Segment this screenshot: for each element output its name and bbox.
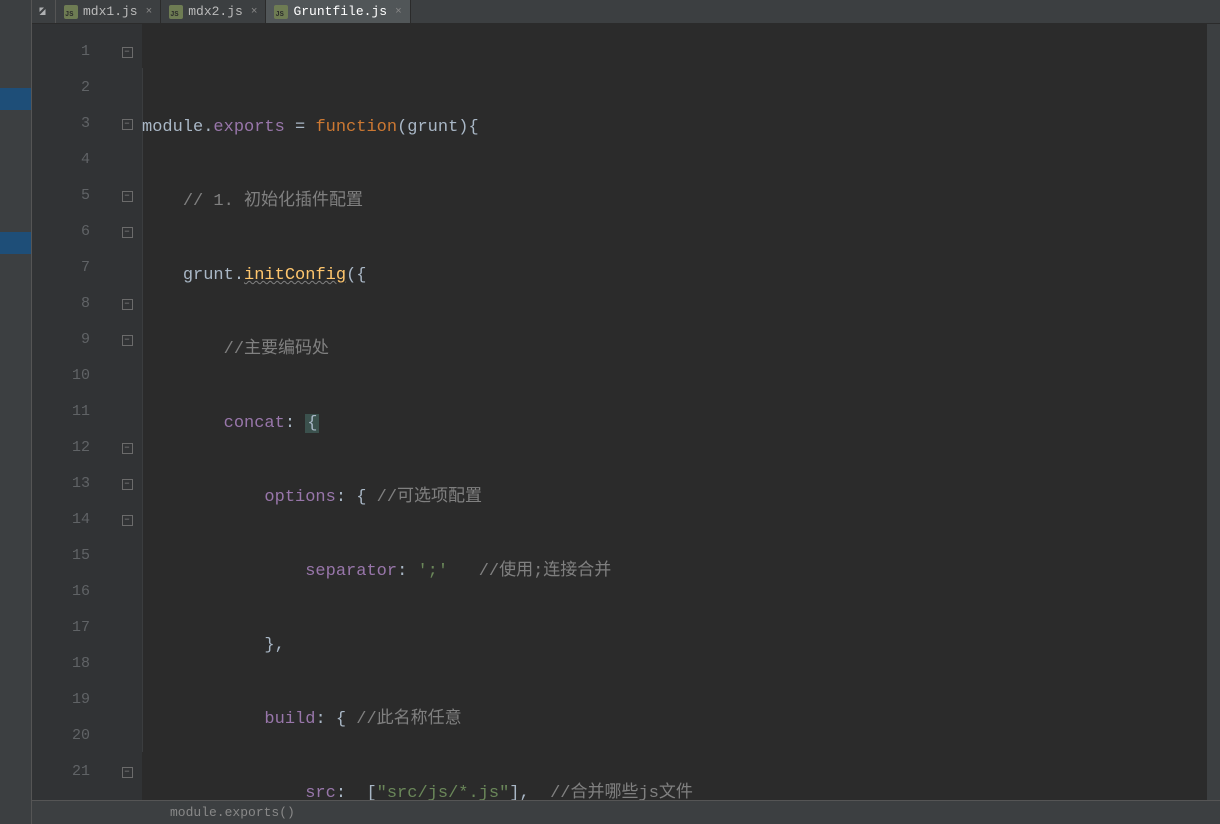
code-line: // 1. 初始化插件配置 bbox=[142, 184, 1206, 220]
fold-gutter: − − − − − − − − − bbox=[112, 24, 142, 800]
fold-toggle[interactable]: − bbox=[112, 214, 142, 250]
code-line: separator: ';' //使用;连接合并 bbox=[142, 554, 1206, 590]
code-line: build: { //此名称任意 bbox=[142, 702, 1206, 738]
code-line: options: { //可选项配置 bbox=[142, 480, 1206, 516]
editor-tabs: mdx1.js × mdx2.js × Gruntfile.js × bbox=[32, 0, 1220, 24]
sidebar-marker bbox=[0, 88, 31, 110]
fold-toggle[interactable]: − bbox=[112, 106, 142, 142]
code-line: concat: { bbox=[142, 406, 1206, 442]
fold-toggle[interactable]: − bbox=[112, 466, 142, 502]
tab-mdx2[interactable]: mdx2.js × bbox=[161, 0, 266, 23]
fold-toggle[interactable]: − bbox=[112, 502, 142, 538]
fold-toggle[interactable]: − bbox=[112, 34, 142, 70]
code-line: src: ["src/js/*.js"], //合并哪些js文件 bbox=[142, 776, 1206, 800]
fold-toggle[interactable]: − bbox=[112, 178, 142, 214]
close-icon[interactable]: × bbox=[146, 6, 153, 18]
code-editor[interactable]: 1 2 3 4 5 6 7 8 9 10 11 12 13 14 15 16 1 bbox=[32, 24, 1220, 800]
fold-toggle[interactable]: − bbox=[112, 754, 142, 790]
left-sidebar bbox=[0, 0, 32, 824]
tab-gruntfile[interactable]: Gruntfile.js × bbox=[266, 0, 410, 23]
code-content[interactable]: module.exports = function(grunt){ // 1. … bbox=[142, 24, 1206, 800]
js-file-icon bbox=[64, 5, 78, 19]
tab-label: mdx2.js bbox=[188, 4, 243, 19]
code-line: }, bbox=[142, 628, 1206, 664]
fold-toggle[interactable]: − bbox=[112, 322, 142, 358]
tab-mdx1[interactable]: mdx1.js × bbox=[56, 0, 161, 23]
fold-toggle[interactable]: − bbox=[112, 430, 142, 466]
close-icon[interactable]: × bbox=[395, 6, 402, 18]
close-icon[interactable]: × bbox=[251, 6, 258, 18]
right-error-strip[interactable] bbox=[1206, 24, 1220, 800]
fold-toggle[interactable]: − bbox=[112, 286, 142, 322]
js-file-icon bbox=[169, 5, 183, 19]
code-line: grunt.initConfig({ bbox=[142, 258, 1206, 294]
breadcrumb[interactable]: module.exports() bbox=[32, 800, 1220, 824]
breadcrumb-label: module.exports() bbox=[170, 805, 295, 820]
tab-label: mdx1.js bbox=[83, 4, 138, 19]
tab-label: Gruntfile.js bbox=[293, 4, 387, 19]
code-line: module.exports = function(grunt){ bbox=[142, 110, 1206, 146]
code-line: //主要编码处 bbox=[142, 332, 1206, 368]
tabs-arrow-icon[interactable] bbox=[32, 0, 56, 23]
sidebar-marker bbox=[0, 232, 31, 254]
js-file-icon bbox=[274, 5, 288, 19]
line-gutter: 1 2 3 4 5 6 7 8 9 10 11 12 13 14 15 16 1 bbox=[32, 24, 112, 800]
